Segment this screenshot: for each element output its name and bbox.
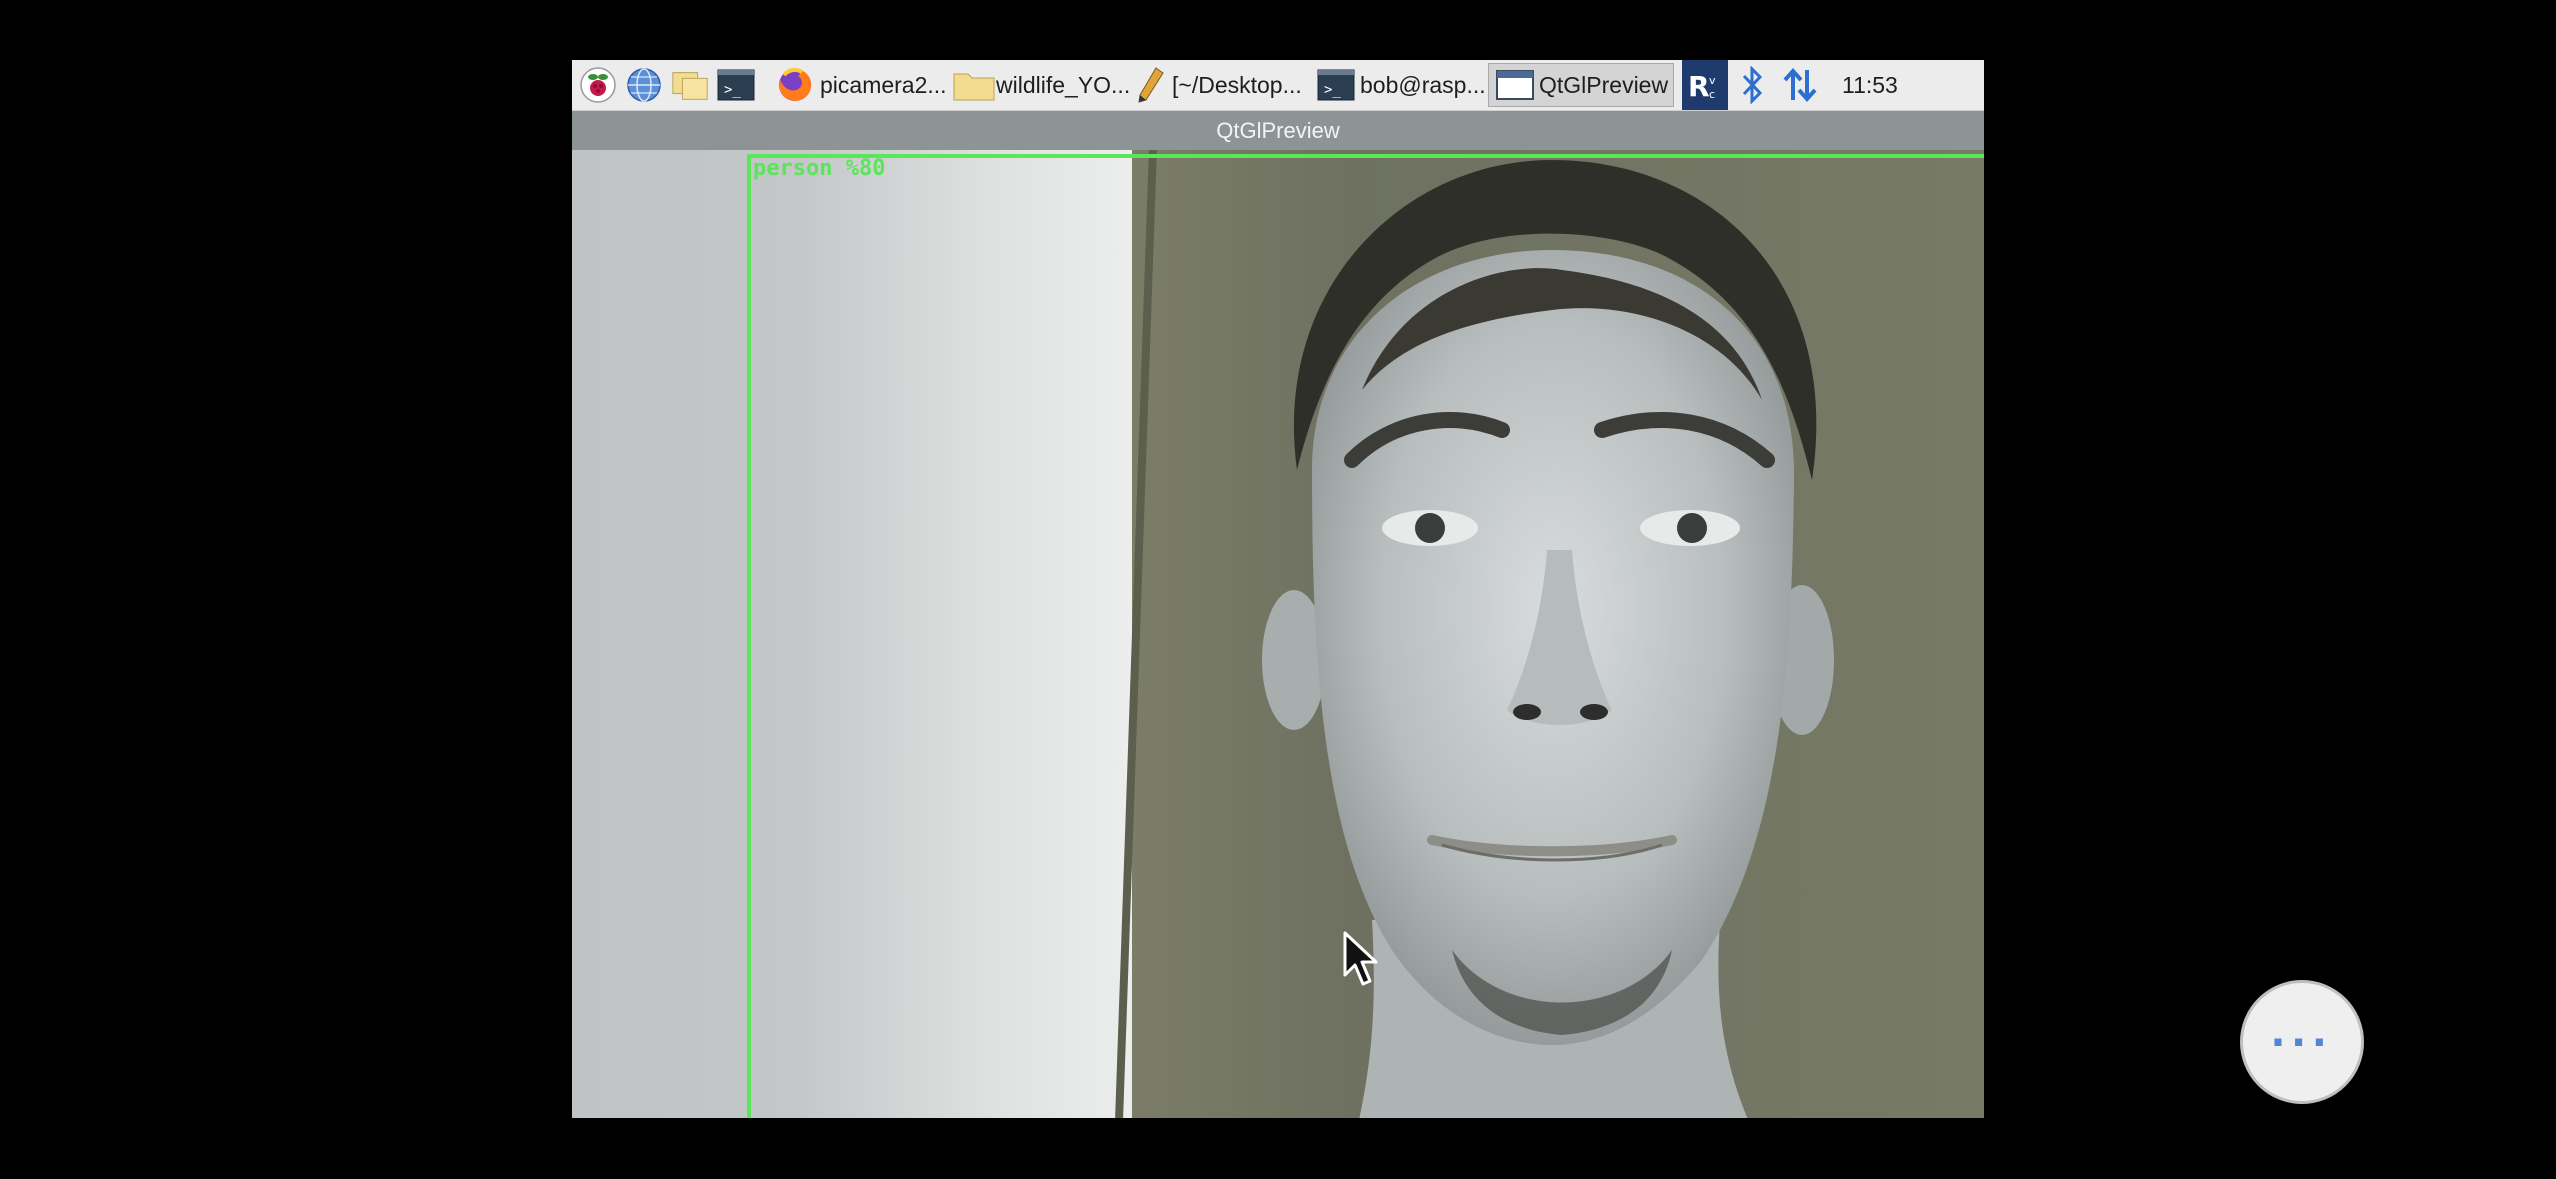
- text-editor-icon: [1136, 66, 1166, 104]
- firefox-icon: [776, 66, 814, 104]
- terminal-icon: >_: [1316, 66, 1355, 104]
- svg-text:R: R: [1688, 70, 1710, 103]
- folder-icon: [952, 66, 995, 104]
- taskbar-task-terminal[interactable]: >_ bob@rasp...: [1310, 63, 1488, 107]
- camera-preview: person %80: [572, 150, 1984, 1118]
- svg-text:>_: >_: [1324, 82, 1341, 98]
- taskbar-task-label: bob@rasp...: [1360, 71, 1486, 98]
- taskbar-task-label: wildlife_YO...: [996, 71, 1131, 98]
- window-title[interactable]: QtGlPreview: [572, 111, 1984, 150]
- taskbar-task-label: QtGlPreview: [1539, 71, 1669, 98]
- svg-text:c: c: [1709, 88, 1715, 101]
- taskbar-task-label: picamera2...: [820, 71, 947, 98]
- system-tray: R v c 11:53: [1682, 60, 1898, 110]
- taskbar-task-qtglpreview[interactable]: QtGlPreview: [1488, 63, 1674, 107]
- vnc-icon[interactable]: R v c: [1682, 60, 1728, 110]
- svg-text:>_: >_: [724, 82, 741, 98]
- bluetooth-icon[interactable]: [1728, 60, 1776, 110]
- taskbar-task-label: [~/Desktop...: [1172, 71, 1302, 98]
- raspberry-menu-icon[interactable]: [578, 65, 618, 105]
- taskbar-task-firefox[interactable]: picamera2...: [770, 63, 947, 107]
- terminal-icon[interactable]: >_: [716, 65, 756, 105]
- more-options-button[interactable]: ···: [2240, 980, 2364, 1104]
- detection-label: person %80: [753, 156, 886, 181]
- svg-text:v: v: [1709, 74, 1716, 87]
- mouse-cursor-icon: [1343, 931, 1378, 986]
- web-browser-icon[interactable]: [624, 65, 664, 105]
- clock[interactable]: 11:53: [1842, 72, 1898, 99]
- network-arrows-icon[interactable]: [1776, 60, 1824, 110]
- file-manager-icon[interactable]: [670, 65, 710, 105]
- remote-desktop-viewport[interactable]: >_ picamera2... wildlife_YO... [~/Deskto…: [572, 60, 1984, 1118]
- window-icon: [1495, 66, 1534, 104]
- taskbar-task-folder[interactable]: wildlife_YO...: [946, 63, 1130, 107]
- taskbar: >_ picamera2... wildlife_YO... [~/Deskto…: [572, 60, 1984, 111]
- taskbar-task-editor[interactable]: [~/Desktop...: [1130, 63, 1310, 107]
